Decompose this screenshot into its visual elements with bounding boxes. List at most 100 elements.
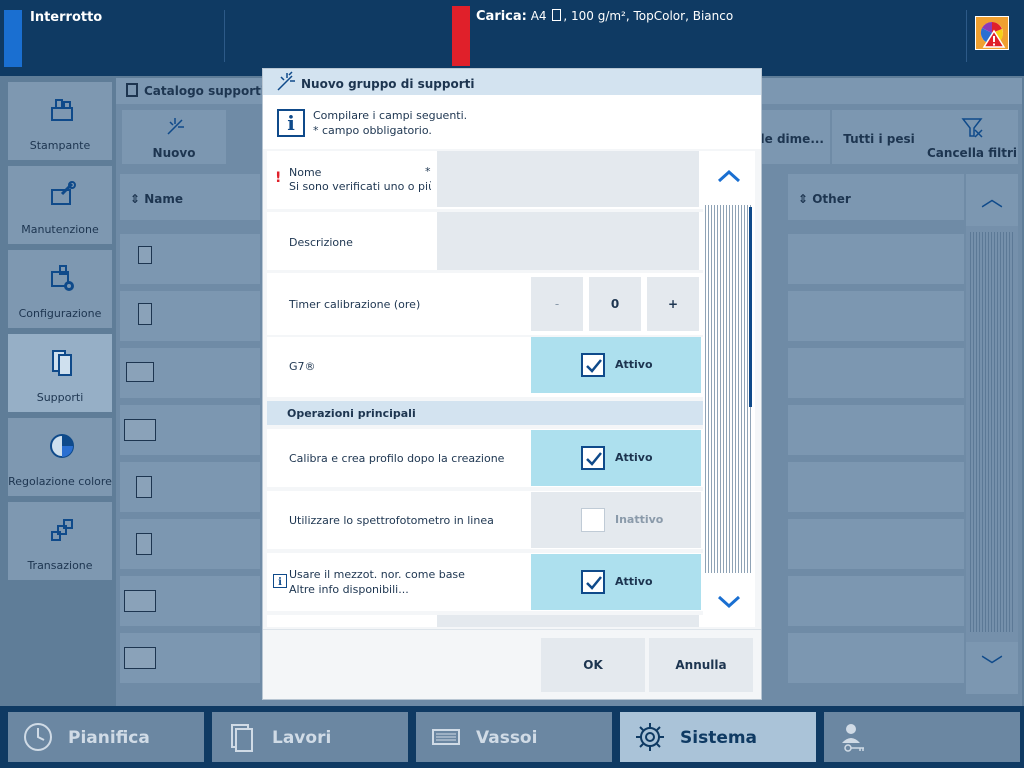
scroll-down-button[interactable]: ﹀ bbox=[966, 642, 1018, 694]
transaction-icon bbox=[51, 519, 73, 541]
bottom-tab-bar: Pianifica Lavori Vassoi Sistema bbox=[0, 706, 1024, 768]
tab-lavori[interactable]: Lavori bbox=[212, 712, 408, 762]
dialog-title-bar: Nuovo gruppo di supporti bbox=[263, 69, 761, 95]
tab-user[interactable] bbox=[824, 712, 1020, 762]
nav-item-stampante[interactable]: Stampante bbox=[8, 82, 112, 160]
field[interactable] bbox=[437, 615, 699, 627]
checkbox bbox=[581, 508, 605, 532]
catalog-scrollbar[interactable]: ︿ ﹀ bbox=[966, 174, 1018, 694]
gear-icon bbox=[636, 723, 664, 751]
printer-status[interactable]: Interrotto bbox=[30, 10, 102, 25]
table-row[interactable] bbox=[120, 519, 260, 569]
halftone-toggle[interactable]: Attivo bbox=[531, 554, 701, 610]
timer-label: Timer calibrazione (ore) bbox=[289, 298, 421, 311]
timer-value[interactable]: 0 bbox=[589, 277, 641, 331]
toggle-state: Attivo bbox=[615, 451, 653, 464]
timer-increment-button[interactable]: + bbox=[647, 277, 699, 331]
page-icon bbox=[552, 9, 562, 21]
name-label: Nome bbox=[289, 166, 322, 179]
info-icon[interactable]: i bbox=[273, 574, 287, 588]
color-alert-button[interactable] bbox=[975, 16, 1009, 50]
scroll-down-button[interactable] bbox=[703, 575, 755, 627]
minus-label: - bbox=[554, 297, 560, 311]
ok-label: OK bbox=[583, 658, 603, 672]
scroll-track[interactable] bbox=[970, 232, 1014, 632]
timer-decrement-button[interactable]: - bbox=[531, 277, 583, 331]
nav-item-label: Configurazione bbox=[18, 307, 102, 320]
column-header-other[interactable]: ⇕ Other bbox=[788, 174, 964, 220]
calibration-timer-row: Timer calibrazione (ore) - 0 + bbox=[267, 273, 703, 335]
media-thumbnail bbox=[136, 533, 152, 555]
table-row[interactable] bbox=[120, 633, 260, 683]
more-info-link[interactable]: Altre info disponibili... bbox=[289, 583, 409, 596]
chevron-down-icon: ﹀ bbox=[980, 655, 1003, 680]
spectrophotometer-toggle[interactable]: Inattivo bbox=[531, 492, 701, 548]
cancel-button[interactable]: Annulla bbox=[649, 638, 753, 692]
table-row[interactable] bbox=[120, 291, 260, 341]
load-warning-indicator bbox=[452, 6, 470, 66]
tab-pianifica[interactable]: Pianifica bbox=[8, 712, 204, 762]
new-spark-icon bbox=[277, 71, 295, 91]
media-thumbnail bbox=[136, 476, 152, 498]
nav-item-manutenzione[interactable]: Manutenzione bbox=[8, 166, 112, 244]
weights-filter-button[interactable]: Tutti i pesi bbox=[832, 110, 926, 164]
trays-icon bbox=[432, 729, 460, 745]
next-row-partial bbox=[267, 615, 703, 627]
media-thumbnail bbox=[124, 590, 156, 612]
timer-value-text: 0 bbox=[610, 297, 620, 311]
scroll-track[interactable] bbox=[705, 205, 753, 573]
color-wheel-warning-icon bbox=[980, 21, 1006, 48]
table-row[interactable] bbox=[120, 348, 260, 398]
nav-item-configurazione[interactable]: Configurazione bbox=[8, 250, 112, 328]
name-row: ! Nome * Si sono verificati uno o più er… bbox=[267, 151, 703, 209]
media-thumbnail bbox=[124, 647, 156, 669]
new-media-group-dialog: Nuovo gruppo di supporti i Compilare i c… bbox=[262, 68, 762, 700]
description-input[interactable] bbox=[437, 212, 699, 270]
new-media-button[interactable]: Nuovo bbox=[122, 110, 226, 164]
toggle-state: Attivo bbox=[615, 575, 653, 588]
halftone-row: i Usare il mezzot. nor. come base Altre … bbox=[267, 553, 703, 611]
status-indicator bbox=[4, 10, 22, 67]
scroll-up-button[interactable] bbox=[703, 151, 755, 203]
catalog-icon bbox=[126, 83, 138, 97]
table-row[interactable] bbox=[120, 234, 260, 284]
toggle-state: Inattivo bbox=[615, 513, 664, 526]
load-info[interactable]: Carica: A4 , 100 g/m², TopColor, Bianco bbox=[476, 9, 733, 24]
g7-toggle[interactable]: Attivo bbox=[531, 337, 701, 393]
printer-icon bbox=[51, 99, 73, 121]
clear-filters-label: Cancella filtri bbox=[927, 146, 1017, 160]
g7-label: G7® bbox=[289, 360, 316, 373]
maintenance-icon bbox=[51, 181, 76, 205]
table-row[interactable] bbox=[120, 462, 260, 512]
ok-button[interactable]: OK bbox=[541, 638, 645, 692]
spectrophotometer-row: Utilizzare lo spettrofotometro in linea … bbox=[267, 491, 703, 549]
nav-item-transazione[interactable]: Transazione bbox=[8, 502, 112, 580]
dialog-scrollbar[interactable] bbox=[703, 151, 755, 627]
name-input[interactable] bbox=[437, 151, 699, 207]
scroll-thumb[interactable] bbox=[749, 207, 752, 407]
clear-filters-button[interactable]: Cancella filtri bbox=[926, 110, 1018, 164]
calibrate-toggle[interactable]: Attivo bbox=[531, 430, 701, 486]
scroll-up-button[interactable]: ︿ bbox=[966, 174, 1018, 226]
color-adjust-icon bbox=[50, 434, 74, 458]
table-row[interactable] bbox=[120, 576, 260, 626]
nav-item-supporti[interactable]: Supporti bbox=[8, 334, 112, 412]
checkbox bbox=[581, 570, 605, 594]
new-label: Nuovo bbox=[152, 146, 196, 160]
status-bar: Interrotto Carica: A4 , 100 g/m², TopCol… bbox=[0, 0, 1024, 76]
user-key-icon bbox=[842, 724, 864, 752]
check-icon bbox=[586, 452, 602, 466]
new-spark-icon bbox=[167, 118, 184, 135]
load-size: A4 bbox=[530, 9, 547, 23]
error-icon: ! bbox=[275, 170, 282, 186]
column-name-label: Name bbox=[144, 192, 184, 206]
divider bbox=[966, 10, 967, 62]
check-icon bbox=[586, 359, 602, 373]
tab-vassoi[interactable]: Vassoi bbox=[416, 712, 612, 762]
column-header-name[interactable]: ⇕ Name bbox=[120, 174, 260, 220]
column-other-label: Other bbox=[812, 192, 851, 206]
table-row[interactable] bbox=[120, 405, 260, 455]
nav-item-regolazione-colore[interactable]: Regolazione colore bbox=[8, 418, 112, 496]
g7-row: G7® Attivo bbox=[267, 337, 703, 397]
tab-sistema[interactable]: Sistema bbox=[620, 712, 816, 762]
